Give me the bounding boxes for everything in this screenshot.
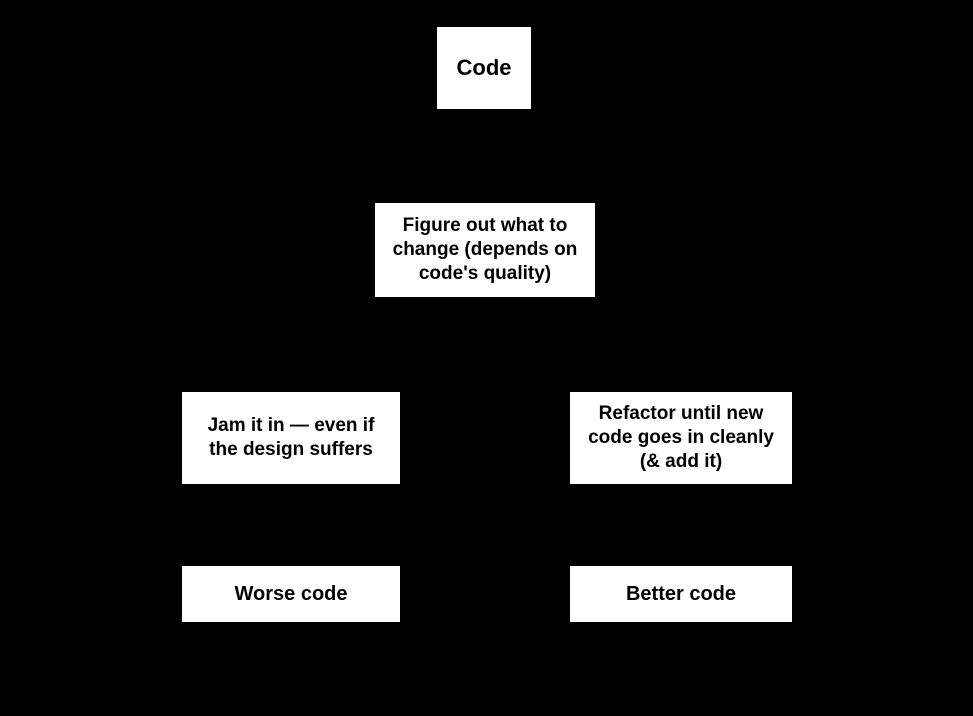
node-better-label: Better code xyxy=(626,582,736,607)
diagram-node-worse: Worse code xyxy=(182,566,400,622)
node-worse-label: Worse code xyxy=(235,582,348,607)
node-figure-label: Figure out what to change (depends on co… xyxy=(389,214,581,285)
diagram-node-code: Code xyxy=(437,27,531,109)
node-code-label: Code xyxy=(457,54,512,82)
diagram-node-refactor: Refactor until new code goes in cleanly … xyxy=(570,392,792,484)
diagram-node-jam: Jam it in — even if the design suffers xyxy=(182,392,400,484)
diagram-node-better: Better code xyxy=(570,566,792,622)
diagram-node-figure: Figure out what to change (depends on co… xyxy=(375,203,595,297)
node-jam-label: Jam it in — even if the design suffers xyxy=(196,414,386,462)
node-refactor-label: Refactor until new code goes in cleanly … xyxy=(584,402,778,473)
